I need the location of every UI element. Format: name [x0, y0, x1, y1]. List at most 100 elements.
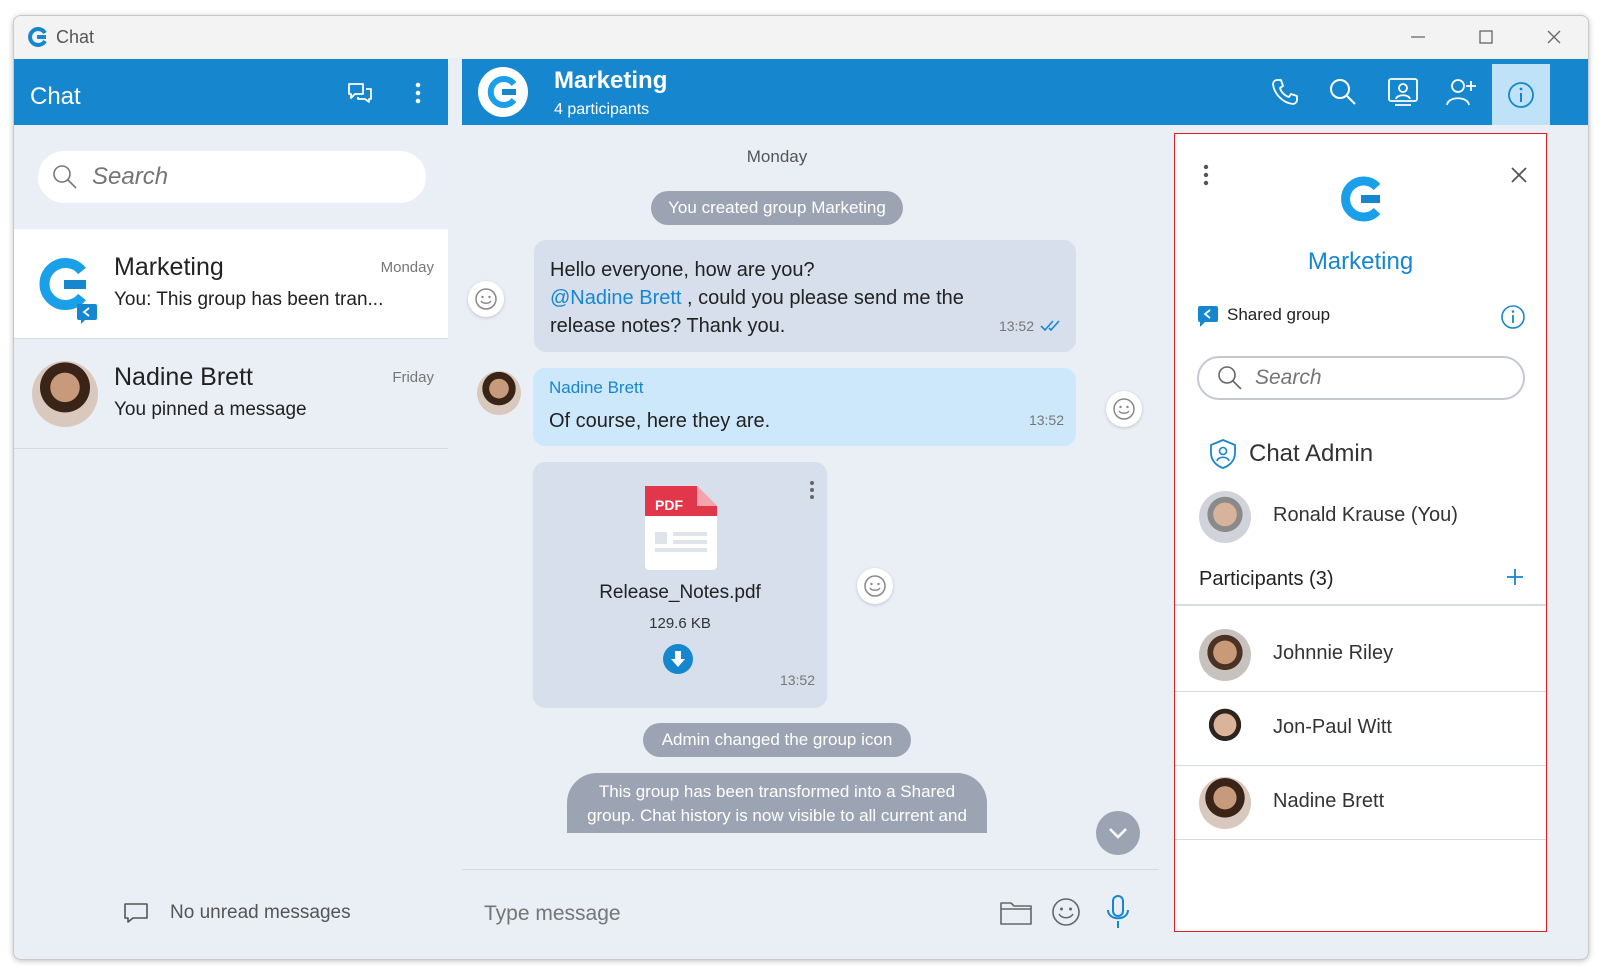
message-bubble-incoming[interactable]: Nadine Brett Of course, here they are. 1…	[533, 368, 1076, 446]
avatar	[32, 361, 98, 427]
divider	[1175, 604, 1546, 606]
participants-header: Participants (3)	[1199, 568, 1334, 590]
pdf-file-icon: PDF	[645, 486, 717, 570]
system-message: Admin changed the group icon	[643, 723, 911, 757]
system-message: You created group Marketing	[651, 191, 903, 225]
conversation-search[interactable]	[38, 151, 426, 203]
chat-header: Marketing 4 participants	[462, 59, 1588, 125]
search-icon	[53, 165, 77, 189]
info-icon	[1501, 305, 1525, 329]
message-sender: Nadine Brett	[549, 378, 644, 397]
shared-group-info-button[interactable]	[1500, 304, 1526, 335]
search-input[interactable]	[92, 163, 392, 191]
message-time: 13:52	[779, 672, 815, 688]
avatar	[1199, 629, 1251, 681]
smiley-icon	[1113, 398, 1135, 420]
participant-row[interactable]: Nadine Brett	[1175, 766, 1546, 840]
admin-member-row[interactable]: Ronald Krause (You)	[1175, 480, 1546, 554]
participant-search[interactable]	[1197, 356, 1525, 400]
smiley-icon	[864, 575, 886, 597]
avatar	[1199, 703, 1251, 755]
maximize-button[interactable]	[1452, 16, 1520, 58]
day-separator: Monday	[746, 147, 808, 166]
member-name: Johnnie Riley	[1273, 642, 1394, 664]
left-menu-button[interactable]	[402, 77, 434, 109]
participant-search-input[interactable]	[1255, 366, 1505, 390]
message-time: 13:52	[998, 318, 1034, 334]
info-icon	[1508, 81, 1534, 108]
download-button[interactable]	[663, 644, 693, 674]
shared-group-label: Shared group	[1227, 305, 1331, 324]
video-meeting-icon	[1388, 78, 1418, 106]
file-menu-button[interactable]	[809, 480, 815, 505]
emoji-button[interactable]	[1046, 890, 1086, 934]
add-participant-button[interactable]	[1506, 568, 1524, 591]
reaction-button[interactable]	[468, 281, 504, 317]
avatar	[477, 371, 521, 415]
pane-title: Chat	[30, 83, 81, 110]
message-input[interactable]	[484, 892, 964, 936]
participant-row[interactable]: Johnnie Riley	[1175, 618, 1546, 692]
attach-file-button[interactable]	[996, 890, 1036, 934]
message-time: 13:52	[1028, 412, 1064, 428]
file-size: 129.6 KB	[649, 615, 711, 632]
system-message-line: group. Chat history is now visible to al…	[587, 806, 967, 825]
search-messages-button[interactable]	[1318, 67, 1368, 117]
avatar	[1199, 777, 1251, 829]
maximize-icon	[1479, 30, 1493, 44]
file-attachment-card[interactable]: PDF Release_Notes.pdf 129.6 KB 13:52	[533, 462, 827, 708]
phone-icon	[1272, 79, 1298, 105]
smiley-icon	[475, 288, 497, 310]
message-bubble-outgoing[interactable]: Hello everyone, how are you? @Nadine Bre…	[534, 240, 1076, 352]
participant-count: 4 participants	[554, 101, 650, 118]
reaction-button[interactable]	[857, 568, 893, 604]
chat-bubbles-icon	[348, 83, 372, 103]
close-window-button[interactable]	[1520, 16, 1588, 58]
search-area	[14, 125, 448, 229]
panel-menu-button[interactable]	[1203, 164, 1209, 191]
close-icon	[1547, 30, 1561, 44]
participant-row[interactable]: Jon-Paul Witt	[1175, 692, 1546, 766]
add-participant-button[interactable]	[1436, 67, 1486, 117]
conversation-item-nadine-brett[interactable]: Nadine Brett Friday You pinned a message	[14, 339, 448, 449]
group-logo-icon	[487, 76, 517, 108]
member-name: Jon-Paul Witt	[1273, 716, 1392, 738]
minimize-button[interactable]	[1384, 16, 1452, 58]
download-arrow-icon	[671, 651, 685, 667]
shield-user-icon	[1210, 439, 1236, 469]
no-unread-label: No unread messages	[170, 902, 351, 923]
voice-message-button[interactable]	[1098, 890, 1138, 934]
microphone-icon	[1107, 895, 1129, 928]
mention-link[interactable]: @Nadine Brett	[550, 287, 681, 309]
conversation-name: Marketing	[114, 253, 224, 281]
conversation-item-marketing[interactable]: Marketing Monday You: This group has bee…	[14, 229, 448, 339]
system-message: This group has been transformed into a S…	[567, 773, 987, 833]
message-composer	[462, 869, 1159, 959]
chevron-down-icon	[1109, 828, 1127, 839]
no-unread-status: No unread messages	[122, 901, 351, 925]
close-panel-button[interactable]	[1510, 166, 1528, 189]
close-icon	[1511, 167, 1527, 183]
header-group-avatar	[478, 67, 528, 117]
message-line: , could you please send me the	[681, 287, 964, 309]
pdf-badge: PDF	[655, 497, 683, 513]
call-button[interactable]	[1260, 67, 1310, 117]
message-line: release notes? Thank you.	[550, 315, 786, 337]
left-header: Chat	[14, 59, 448, 125]
reaction-button[interactable]	[1106, 391, 1142, 427]
member-name: Nadine Brett	[1273, 790, 1385, 812]
more-vertical-icon	[415, 82, 421, 104]
info-button[interactable]	[1492, 64, 1550, 125]
group-info-panel: Marketing Shared group Chat Admin Ronald…	[1174, 133, 1547, 932]
scroll-to-bottom-button[interactable]	[1096, 811, 1140, 855]
message-list[interactable]: Monday You created group Marketing Hello…	[462, 125, 1159, 869]
group-logo-icon	[1341, 176, 1381, 222]
member-name: Ronald Krause (You)	[1273, 504, 1458, 526]
new-chat-button[interactable]	[344, 77, 376, 109]
system-message-line: This group has been transformed into a S…	[598, 782, 956, 801]
meeting-button[interactable]	[1378, 67, 1428, 117]
shared-group-badge-icon	[77, 304, 97, 324]
conversation-time: Friday	[392, 369, 434, 386]
conversation-list-pane: Chat Search Marketing Monday You: This g…	[14, 59, 448, 959]
read-receipt-icon	[1040, 320, 1060, 332]
